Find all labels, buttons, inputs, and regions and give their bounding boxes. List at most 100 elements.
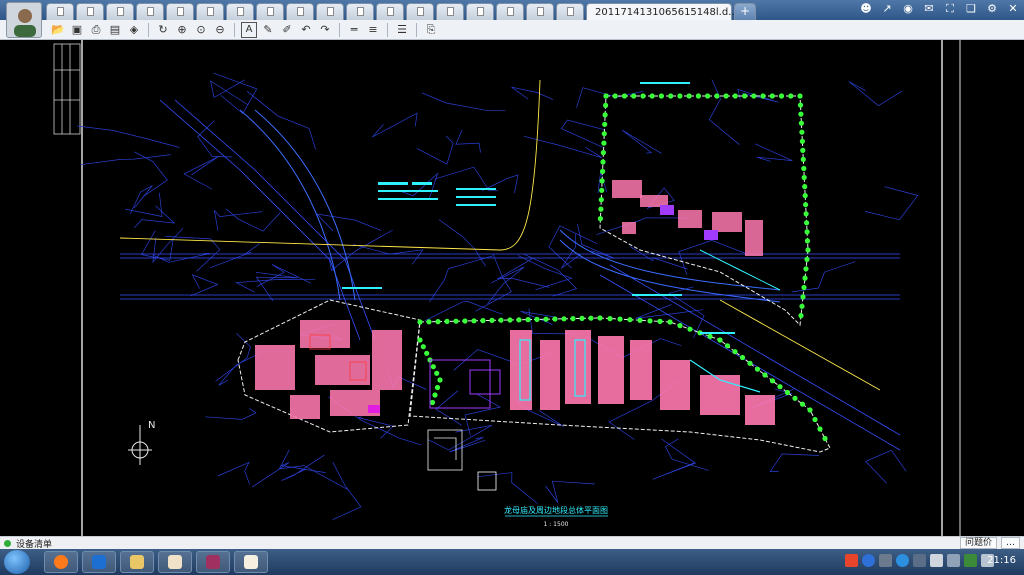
- undo-icon[interactable]: ↶: [298, 22, 314, 38]
- document-tab[interactable]: [346, 3, 374, 20]
- document-tab[interactable]: [286, 3, 314, 20]
- status-text[interactable]: 设备清单: [16, 537, 52, 550]
- tray-help-icon[interactable]: [862, 554, 875, 567]
- file-icon: [447, 7, 454, 16]
- toolbar-separator: [148, 22, 149, 37]
- zoom-window-icon[interactable]: ⊙: [193, 22, 209, 38]
- document-tabs: 2011714131065615148l.d...×+: [46, 3, 756, 20]
- document-tab[interactable]: [376, 3, 404, 20]
- file-icon: [387, 7, 394, 16]
- document-tab[interactable]: [106, 3, 134, 20]
- file-icon: [87, 7, 94, 16]
- tray-display-icon[interactable]: [930, 554, 943, 567]
- toolbar-separator: [339, 22, 340, 37]
- file-icon: [327, 7, 334, 16]
- pencil-icon[interactable]: ✎: [260, 22, 276, 38]
- tray-app-icon[interactable]: [845, 554, 858, 567]
- start-button[interactable]: [4, 550, 30, 574]
- toolbar: 📂 ▣ ⎙ ▤ ◈ ↻ ⊕ ⊙ ⊖ A ✎ ✐ ↶ ↷ ═ ≡ ☰ ⎘: [0, 20, 1024, 40]
- north-label: N: [148, 420, 155, 431]
- tab-title: 2011714131065615148l.d...: [595, 6, 738, 18]
- document-tab[interactable]: [136, 3, 164, 20]
- file-icon: [357, 7, 364, 16]
- rotate-icon[interactable]: ↻: [155, 22, 171, 38]
- document-tab[interactable]: [526, 3, 554, 20]
- tab-active-document[interactable]: 2011714131065615148l.d...×: [586, 3, 748, 20]
- taskbar-apps: [44, 551, 268, 573]
- toolbar-separator: [234, 22, 235, 37]
- cad-viewer-window: 2011714131065615148l.d...×+ ☻ ↗ ◉ ✉ ⛶ ❏ …: [0, 0, 1024, 575]
- taskbar-app-explorer[interactable]: [82, 551, 116, 573]
- tray-keyboard-icon[interactable]: [879, 554, 892, 567]
- share-icon[interactable]: ↗: [880, 2, 894, 16]
- message-icon[interactable]: ✉: [922, 2, 936, 16]
- save-icon[interactable]: ▣: [69, 22, 85, 38]
- toolbar-separator: [387, 22, 388, 37]
- taskbar-app-browser[interactable]: [44, 551, 78, 573]
- taskbar-app-folder[interactable]: [120, 551, 154, 573]
- print-icon[interactable]: ⎙: [88, 22, 104, 38]
- user-icon[interactable]: ☻: [859, 2, 873, 16]
- status-dot-icon: [4, 539, 11, 547]
- statusbar-right: 问题价 …: [959, 537, 1020, 549]
- document-tab[interactable]: [46, 3, 74, 20]
- restore-icon[interactable]: ❏: [964, 2, 978, 16]
- file-icon: [57, 7, 64, 16]
- text-icon[interactable]: A: [241, 21, 257, 38]
- document-tab[interactable]: [466, 3, 494, 20]
- fullscreen-icon[interactable]: ⛶: [943, 2, 957, 16]
- tray-monitor-icon[interactable]: [964, 554, 977, 567]
- open-icon[interactable]: 📂: [50, 22, 66, 38]
- pdf-icon[interactable]: ▤: [107, 22, 123, 38]
- export-icon[interactable]: ⎘: [423, 22, 439, 38]
- document-tab[interactable]: [406, 3, 434, 20]
- file-icon: [267, 7, 274, 16]
- avatar[interactable]: [6, 2, 42, 38]
- document-tab[interactable]: [76, 3, 104, 20]
- skin-icon[interactable]: ◉: [901, 2, 915, 16]
- zoom-in-icon[interactable]: ⊕: [174, 22, 190, 38]
- file-icon: [297, 7, 304, 16]
- document-tab[interactable]: [196, 3, 224, 20]
- settings-icon[interactable]: ⚙: [985, 2, 999, 16]
- document-tab[interactable]: [226, 3, 254, 20]
- file-icon: [567, 7, 574, 16]
- zoom-out-icon[interactable]: ⊖: [212, 22, 228, 38]
- tray-security-icon[interactable]: [913, 554, 926, 567]
- taskbar-app-chart[interactable]: [234, 551, 268, 573]
- file-icon: [237, 7, 244, 16]
- new-tab-button[interactable]: +: [734, 3, 756, 20]
- window-controls: ☻ ↗ ◉ ✉ ⛶ ❏ ⚙ ✕: [859, 2, 1020, 16]
- taskbar: 21:16: [0, 549, 1024, 575]
- file-icon: [477, 7, 484, 16]
- tray-network-icon[interactable]: [896, 554, 909, 567]
- file-icon: [147, 7, 154, 16]
- close-window-icon[interactable]: ✕: [1006, 2, 1020, 16]
- layer-lines-icon[interactable]: ≡: [365, 22, 381, 38]
- file-icon: [537, 7, 544, 16]
- layers-icon[interactable]: ☰: [394, 22, 410, 38]
- price-query-button[interactable]: 问题价: [959, 537, 997, 549]
- document-tab[interactable]: [436, 3, 464, 20]
- document-tab[interactable]: [556, 3, 584, 20]
- file-icon: [117, 7, 124, 16]
- document-tab[interactable]: [496, 3, 524, 20]
- measure-icon[interactable]: ═: [346, 22, 362, 38]
- taskbar-app-archive[interactable]: [196, 551, 230, 573]
- lock-icon[interactable]: ◈: [126, 22, 142, 38]
- document-tab[interactable]: [256, 3, 284, 20]
- tray-signal-icon[interactable]: [947, 554, 960, 567]
- taskbar-clock[interactable]: 21:16: [987, 555, 1016, 566]
- cad-drawing: N 龙母庙及周边地段总体平面图 1 : 1500: [53, 40, 961, 536]
- highlighter-icon[interactable]: ✐: [279, 22, 295, 38]
- redo-icon[interactable]: ↷: [317, 22, 333, 38]
- drawing-scale: 1 : 1500: [544, 521, 569, 528]
- file-icon: [207, 7, 214, 16]
- drawing-canvas[interactable]: N 龙母庙及周边地段总体平面图 1 : 1500: [0, 40, 1024, 536]
- drawing-title: 龙母庙及周边地段总体平面图: [504, 505, 608, 515]
- comment-button[interactable]: …: [1001, 537, 1020, 549]
- document-tab[interactable]: [316, 3, 344, 20]
- status-bar: 设备清单 问题价 …: [0, 536, 1024, 550]
- document-tab[interactable]: [166, 3, 194, 20]
- taskbar-app-cad-viewer[interactable]: [158, 551, 192, 573]
